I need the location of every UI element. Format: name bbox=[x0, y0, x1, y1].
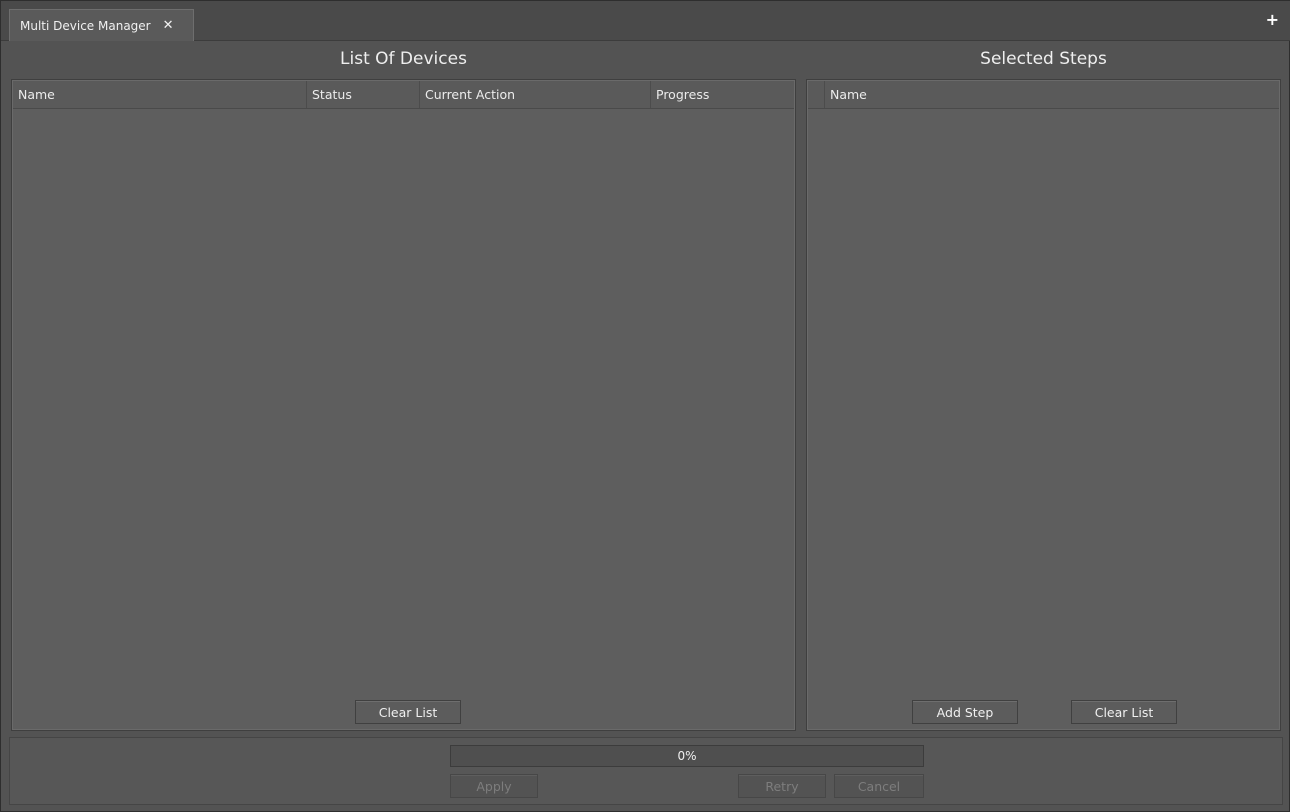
cancel-button[interactable]: Cancel bbox=[834, 774, 924, 798]
devices-clear-list-button[interactable]: Clear List bbox=[355, 700, 461, 724]
devices-panel-title: List Of Devices bbox=[340, 49, 467, 69]
steps-clear-list-button[interactable]: Clear List bbox=[1071, 700, 1177, 724]
steps-panel-title: Selected Steps bbox=[980, 49, 1107, 69]
progress-text: 0% bbox=[677, 749, 697, 763]
apply-button[interactable]: Apply bbox=[450, 774, 538, 798]
retry-button[interactable]: Retry bbox=[738, 774, 826, 798]
overall-progress-bar: 0% bbox=[450, 745, 924, 767]
add-step-button[interactable]: Add Step bbox=[912, 700, 1018, 724]
bottom-action-bar: 0% Apply Retry Cancel bbox=[9, 737, 1283, 805]
column-header-name[interactable]: Name bbox=[13, 81, 307, 108]
column-header-status[interactable]: Status bbox=[307, 81, 420, 108]
devices-list-panel: Name Status Current Action Progress Clea… bbox=[11, 79, 796, 731]
close-icon[interactable]: ✕ bbox=[163, 18, 174, 33]
selected-steps-panel: Name Add Step Clear List bbox=[806, 79, 1281, 731]
multi-device-manager-window: Multi Device Manager ✕ + List Of Devices… bbox=[0, 0, 1290, 812]
add-tab-icon[interactable]: + bbox=[1266, 12, 1279, 28]
tab-strip: Multi Device Manager ✕ + bbox=[1, 1, 1290, 41]
steps-table-header: Name bbox=[808, 81, 1279, 109]
column-header-indicator bbox=[808, 81, 825, 108]
column-header-progress[interactable]: Progress bbox=[651, 81, 794, 108]
devices-table-header: Name Status Current Action Progress bbox=[13, 81, 794, 109]
column-header-current-action[interactable]: Current Action bbox=[420, 81, 651, 108]
column-header-step-name[interactable]: Name bbox=[825, 81, 1279, 108]
tab-label: Multi Device Manager bbox=[20, 18, 151, 33]
tab-multi-device-manager[interactable]: Multi Device Manager ✕ bbox=[9, 9, 194, 41]
